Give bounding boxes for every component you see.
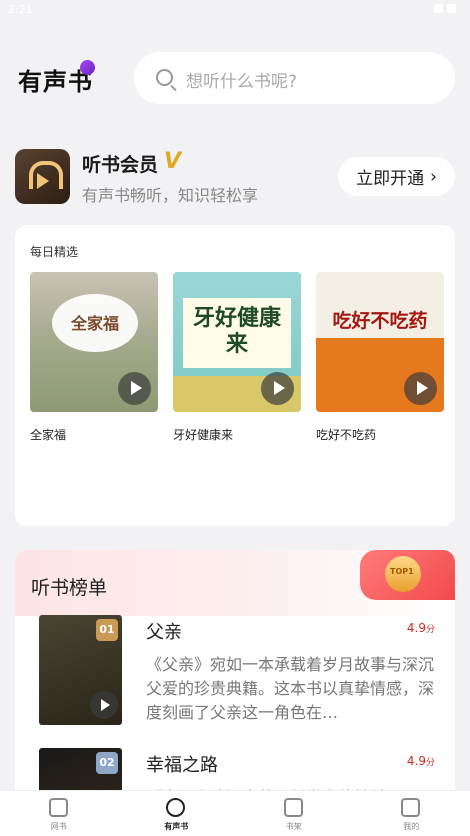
bottom-tab-bar: 网书 有声书 书架 我的	[0, 790, 470, 836]
book-cover[interactable]: 全家福	[30, 272, 158, 412]
subscribe-button[interactable]: 立即开通 ›	[338, 157, 455, 196]
play-icon[interactable]	[118, 372, 151, 405]
tab-audiobooks[interactable]: 有声书	[118, 791, 236, 836]
book-name: 父亲	[146, 622, 182, 643]
search-input[interactable]: 想听什么书呢?	[134, 52, 455, 104]
book-cover[interactable]: 牙好健康来	[173, 272, 301, 412]
battery-icon	[447, 4, 456, 13]
notification-dot	[80, 60, 95, 75]
score-unit: 分	[425, 625, 435, 635]
play-icon[interactable]	[404, 372, 437, 405]
vip-badge-icon: V	[164, 149, 182, 174]
subscribe-button-label: 立即开通	[356, 169, 425, 189]
status-time: 2:21	[8, 3, 33, 16]
book-icon	[48, 798, 68, 817]
rank-badge: 02	[96, 752, 118, 774]
book-description: 《父亲》宛如一本承载着岁月故事与深沉父爱的珍贵典籍。这本书以真挚情感，深度刻画了…	[146, 655, 435, 722]
cover-title: 吃好不吃药	[332, 310, 428, 332]
cover-title: 牙好健康来	[183, 298, 291, 368]
search-icon	[156, 69, 173, 86]
tab-bookshelf[interactable]: 书架	[235, 791, 353, 836]
play-icon[interactable]	[261, 372, 294, 405]
vip-title: 听书会员	[82, 154, 159, 176]
vip-subtitle: 有声书畅听，知识轻松享	[82, 186, 259, 205]
book-name: 全家福	[30, 428, 67, 442]
tab-label: 有声书	[164, 822, 189, 831]
daily-item[interactable]: 牙好健康来 牙好健康来	[173, 272, 301, 443]
book-name: 幸福之路	[146, 755, 218, 776]
audio-disc-icon	[166, 798, 186, 817]
tab-label: 我的	[403, 822, 420, 831]
daily-item[interactable]: 全家福 全家福	[30, 272, 158, 443]
trophy-label: TOP1	[390, 567, 414, 576]
ranking-header: 听书榜单 TOP1	[15, 550, 455, 616]
chevron-right-icon: ›	[430, 166, 437, 187]
bookshelf-icon	[283, 798, 303, 817]
status-bar: 2:21	[0, 0, 470, 22]
score-value: 4.9	[406, 754, 426, 768]
trophy-icon: TOP1	[360, 550, 455, 600]
book-name: 牙好健康来	[173, 428, 234, 442]
headphones-icon	[15, 149, 70, 204]
ranking-card: 听书榜单 TOP1 01 父亲 4.9分 《父亲》宛如一本承载着岁月故事与深沉父…	[15, 550, 455, 800]
score-value: 4.9	[406, 621, 426, 635]
daily-item[interactable]: 吃好不吃药 吃好不吃药	[316, 272, 444, 443]
ranking-title: 听书榜单	[31, 577, 108, 599]
book-name: 吃好不吃药	[316, 428, 377, 442]
cover-title: 全家福	[52, 294, 138, 352]
vip-banner[interactable]: 听书会员 V 有声书畅听，知识轻松享 立即开通 ›	[0, 146, 470, 210]
tab-profile[interactable]: 我的	[353, 791, 470, 836]
play-icon[interactable]	[90, 691, 118, 719]
search-placeholder: 想听什么书呢?	[186, 72, 298, 92]
daily-picks-card: 每日精选 全家福 全家福 牙好健康来 牙好健康来 吃好不吃药 吃好不吃药	[15, 225, 455, 526]
daily-picks-title: 每日精选	[30, 245, 79, 259]
tab-web-books[interactable]: 网书	[0, 791, 118, 836]
rank-badge: 01	[96, 619, 118, 641]
book-cover[interactable]: 01	[39, 615, 122, 725]
header: 有声书 想听什么书呢?	[0, 50, 470, 106]
status-icons	[434, 4, 456, 13]
profile-icon	[401, 798, 421, 817]
book-score: 4.9分	[407, 754, 435, 768]
tab-label: 网书	[50, 822, 67, 831]
score-unit: 分	[425, 758, 435, 768]
wifi-icon	[434, 4, 443, 13]
tab-label: 书架	[285, 822, 302, 831]
book-cover[interactable]: 吃好不吃药	[316, 272, 444, 412]
book-score: 4.9分	[407, 621, 435, 635]
